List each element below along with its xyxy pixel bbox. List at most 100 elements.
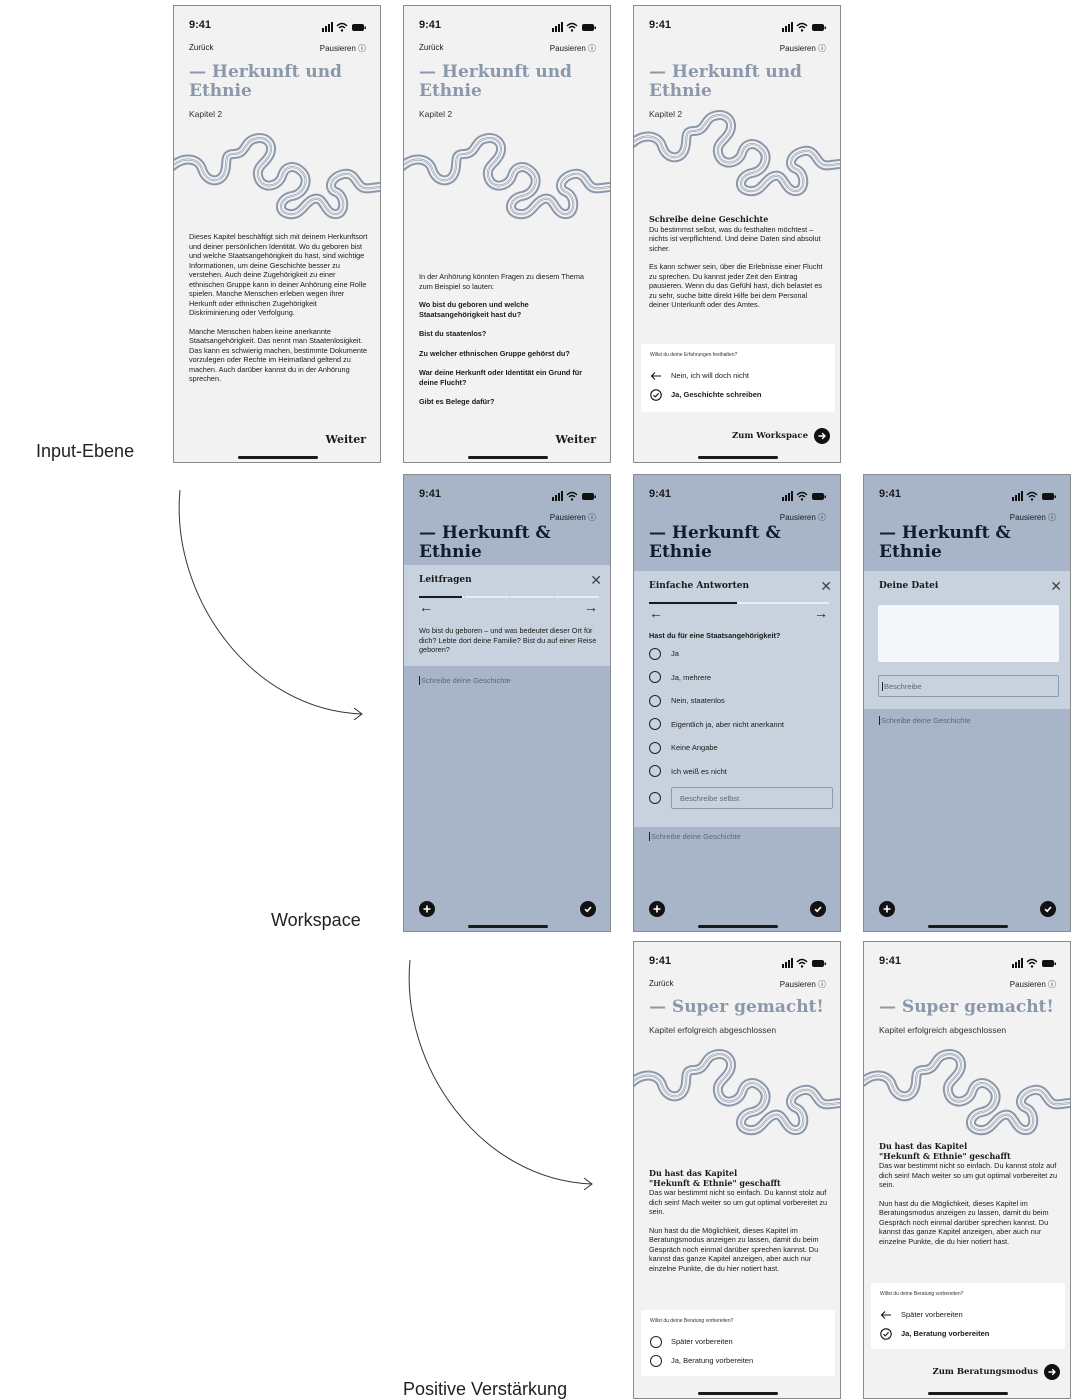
add-button[interactable] xyxy=(879,901,895,917)
example-questions: In der Anhörung könnten Fragen zu diesem… xyxy=(419,272,599,417)
radio-circle xyxy=(649,765,661,778)
story-input[interactable]: Schreibe deine Geschichte xyxy=(879,716,971,725)
check-icon xyxy=(1044,906,1052,913)
home-indicator xyxy=(698,456,778,459)
signal-wifi-battery-icon xyxy=(782,491,826,501)
close-icon[interactable]: ✕ xyxy=(590,572,602,589)
chapter-label: Kapitel 2 xyxy=(189,109,223,119)
back-button[interactable]: Zurück xyxy=(189,43,213,52)
screen-intro-2: 9:41 Zurück Pausieren ⓘ — Herkunft und E… xyxy=(403,5,611,463)
radio-circle xyxy=(649,647,661,660)
card-question: Willst du deine Erfahrungen festhalten? xyxy=(650,352,738,358)
radio-option[interactable]: Keine Angabe xyxy=(649,736,833,760)
to-counseling-button[interactable]: Zum Beratungsmodus xyxy=(932,1364,1060,1380)
arrow-left-icon[interactable]: ← xyxy=(649,605,663,621)
status-bar: 9:41 xyxy=(649,488,826,502)
pause-button[interactable]: Pausieren ⓘ xyxy=(320,43,366,54)
next-button[interactable]: Weiter xyxy=(555,433,596,446)
radio-circle xyxy=(649,792,661,804)
next-button[interactable]: Weiter xyxy=(325,433,366,446)
choice-card: Willst du deine Beratung vorbereiten? Sp… xyxy=(871,1283,1065,1349)
back-button[interactable]: Zurück xyxy=(649,979,673,988)
example-question: War deine Herkunft oder Identität ein Gr… xyxy=(419,368,583,387)
radio-circle xyxy=(649,718,661,731)
arrow-right-icon[interactable]: → xyxy=(584,599,598,615)
option-later[interactable]: Später vorbereiten xyxy=(880,1305,1056,1324)
arrow-right-icon xyxy=(1044,1364,1060,1380)
to-workspace-button[interactable]: Zum Workspace xyxy=(732,428,830,444)
home-indicator xyxy=(468,456,548,459)
option-accept[interactable]: Ja, Geschichte schreiben xyxy=(650,385,826,404)
screen-success-1: 9:41 Zurück Pausieren ⓘ — Super gemacht!… xyxy=(633,941,841,1399)
back-button[interactable]: Zurück xyxy=(419,43,443,52)
example-question: Wo bist du geboren und welche Staatsange… xyxy=(419,300,529,319)
option-later[interactable]: Später vorbereiten xyxy=(650,1332,826,1351)
done-button[interactable] xyxy=(1040,901,1056,917)
status-bar: 9:41 xyxy=(419,488,596,502)
section-heading: Schreibe deine Geschichte xyxy=(649,214,769,224)
pause-button[interactable]: Pausieren ⓘ xyxy=(1010,512,1056,523)
simple-answers-panel: Einfache Antworten ✕ ← → Hast du für ein… xyxy=(634,571,840,827)
card-question: Willst du deine Beratung vorbereiten? xyxy=(650,1318,734,1324)
radio-circle xyxy=(650,1335,662,1348)
example-question: Zu welcher ethnischen Gruppe gehörst du? xyxy=(419,348,570,358)
close-icon[interactable]: ✕ xyxy=(820,578,832,595)
status-time: 9:41 xyxy=(879,955,902,967)
radio-option[interactable]: Ja xyxy=(649,642,833,666)
radio-option[interactable]: Ja, mehrere xyxy=(649,666,833,690)
status-bar: 9:41 xyxy=(879,488,1056,502)
guiding-question: Wo bist du geboren – und was bedeutet di… xyxy=(419,626,597,654)
home-indicator xyxy=(468,925,548,928)
option-label: Ja, Beratung vorbereiten xyxy=(671,1356,754,1365)
add-button[interactable] xyxy=(419,901,435,917)
pause-button[interactable]: Pausieren ⓘ xyxy=(780,979,826,990)
describe-input[interactable]: Beschreibe xyxy=(878,675,1059,697)
add-button[interactable] xyxy=(649,901,665,917)
success-paragraph: Das war bestimmt nicht so einfach. Du ka… xyxy=(879,1161,1058,1189)
panel-title: Einfache Antworten xyxy=(649,581,750,591)
radio-circle xyxy=(649,741,661,754)
status-time: 9:41 xyxy=(419,19,442,31)
radio-option-custom[interactable]: Beschreibe selbst xyxy=(649,783,833,813)
page-title: — Herkunft & Ethnie xyxy=(649,523,781,562)
done-button[interactable] xyxy=(580,901,596,917)
workspace-simple-answers: 9:41 Pausieren ⓘ — Herkunft & Ethnie Ein… xyxy=(633,474,841,932)
pause-button[interactable]: Pausieren ⓘ xyxy=(1010,979,1056,990)
radio-option[interactable]: Nein, staatenlos xyxy=(649,689,833,713)
home-indicator xyxy=(698,1392,778,1395)
done-button[interactable] xyxy=(810,901,826,917)
status-time: 9:41 xyxy=(649,19,672,31)
pause-button[interactable]: Pausieren ⓘ xyxy=(550,512,596,523)
radio-option[interactable]: Ich weiß es nicht xyxy=(649,760,833,784)
story-input[interactable]: Schreibe deine Geschichte xyxy=(419,676,511,685)
signal-wifi-battery-icon xyxy=(552,22,596,32)
arrow-left-icon[interactable]: ← xyxy=(419,599,433,615)
option-decline[interactable]: Nein, ich will doch nicht xyxy=(650,366,826,385)
option-label: Ja, mehrere xyxy=(671,672,712,682)
pause-button[interactable]: Pausieren ⓘ xyxy=(780,43,826,54)
pause-button[interactable]: Pausieren ⓘ xyxy=(780,512,826,523)
pause-button[interactable]: Pausieren ⓘ xyxy=(550,43,596,54)
success-subtitle: Kapitel erfolgreich abgeschlossen xyxy=(649,1025,777,1035)
arrow-right-icon xyxy=(814,428,830,444)
status-time: 9:41 xyxy=(189,19,212,31)
info-paragraph: Du bestimmst selbst, was du festhalten m… xyxy=(649,224,821,253)
arrow-right-icon[interactable]: → xyxy=(814,605,828,621)
file-upload-area[interactable] xyxy=(878,605,1059,662)
intro-paragraph: Dieses Kapitel beschäftigt sich mit dein… xyxy=(189,232,368,317)
plus-icon xyxy=(423,905,431,913)
close-icon[interactable]: ✕ xyxy=(1050,578,1062,595)
option-prepare[interactable]: Ja, Beratung vorbereiten xyxy=(880,1324,1056,1343)
describe-placeholder: Beschreibe xyxy=(882,682,922,691)
home-indicator xyxy=(238,456,318,459)
status-bar: 9:41 xyxy=(419,19,596,33)
radio-option[interactable]: Eigentlich ja, aber nicht anerkannt xyxy=(649,713,833,737)
story-input[interactable]: Schreibe deine Geschichte xyxy=(649,832,741,841)
status-time: 9:41 xyxy=(419,488,442,500)
screen-intro-3: 9:41 Pausieren ⓘ — Herkunft und Ethnie K… xyxy=(633,5,841,463)
check-icon xyxy=(814,906,822,913)
section-label-input: Input-Ebene xyxy=(36,441,135,461)
success-text: Du hast das Kapitel "Hekunft & Ethnie" ge… xyxy=(649,1168,829,1282)
option-prepare[interactable]: Ja, Beratung vorbereiten xyxy=(650,1351,826,1370)
custom-answer-input[interactable]: Beschreibe selbst xyxy=(671,787,833,809)
